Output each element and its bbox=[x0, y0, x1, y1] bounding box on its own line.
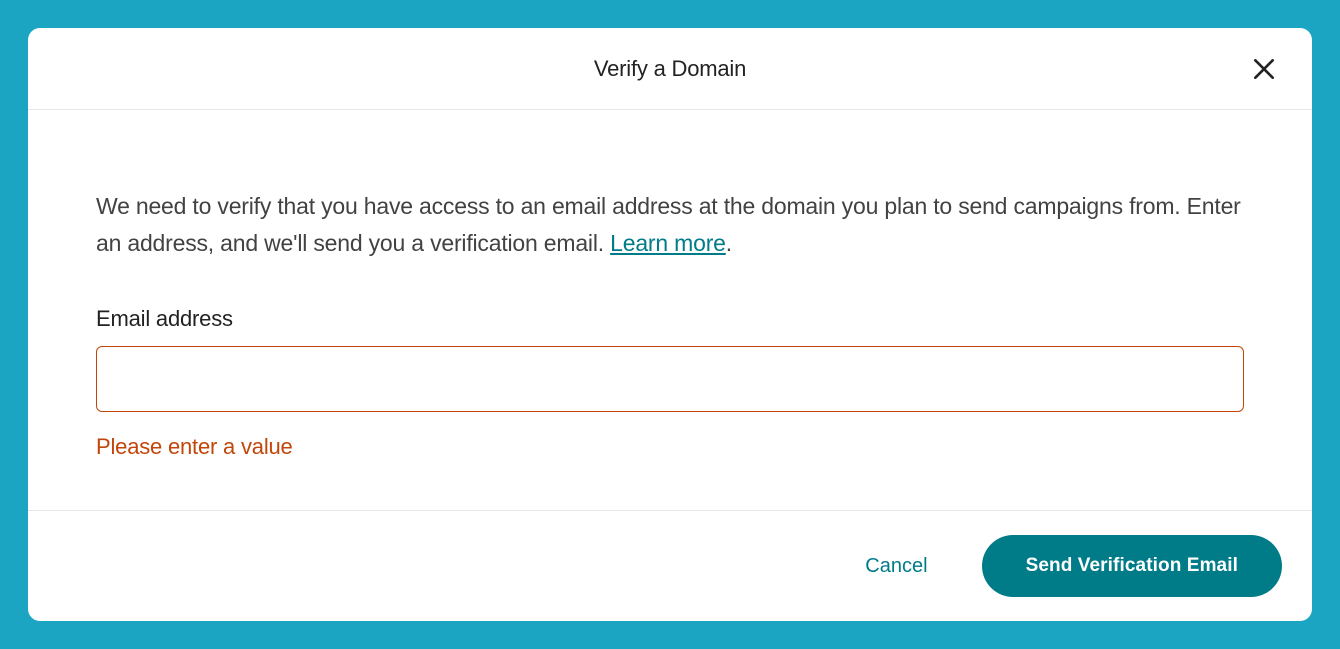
description-text: We need to verify that you have access t… bbox=[96, 188, 1244, 262]
close-button[interactable] bbox=[1244, 49, 1284, 89]
close-icon bbox=[1251, 56, 1277, 82]
description-period: . bbox=[726, 230, 732, 256]
verify-domain-modal: Verify a Domain We need to verify that y… bbox=[28, 28, 1312, 621]
send-verification-button[interactable]: Send Verification Email bbox=[982, 535, 1282, 597]
learn-more-link[interactable]: Learn more bbox=[610, 230, 726, 256]
email-label: Email address bbox=[96, 306, 1244, 332]
modal-title: Verify a Domain bbox=[594, 56, 746, 82]
email-field[interactable] bbox=[96, 346, 1244, 412]
cancel-button[interactable]: Cancel bbox=[849, 545, 943, 588]
modal-body: We need to verify that you have access t… bbox=[28, 110, 1312, 510]
email-error-message: Please enter a value bbox=[96, 434, 1244, 460]
modal-footer: Cancel Send Verification Email bbox=[28, 510, 1312, 621]
modal-header: Verify a Domain bbox=[28, 28, 1312, 110]
